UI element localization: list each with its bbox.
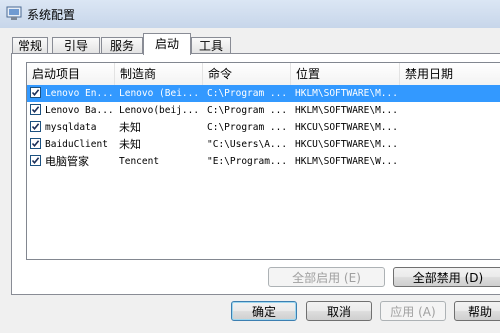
tab-tools[interactable]: 工具: [191, 37, 231, 54]
startup-item-name: Lenovo Ba...: [45, 105, 113, 116]
startup-item-checkbox[interactable]: [30, 121, 41, 132]
startup-item-manufacturer: Lenovo(beij...: [119, 105, 200, 116]
startup-item-disabled-date: [404, 119, 500, 136]
enable-all-button[interactable]: 全部启用 (E): [268, 267, 385, 287]
title-bar[interactable]: 系统配置: [0, 0, 500, 28]
startup-item-location: HKCU\SOFTWARE\M...: [295, 139, 398, 150]
disable-all-button[interactable]: 全部禁用 (D): [393, 267, 500, 287]
startup-item-manufacturer: 未知: [119, 138, 141, 151]
msconfig-app-icon: [6, 6, 22, 21]
startup-item-name: 电脑管家: [45, 155, 89, 168]
startup-item-command: C:\Program ...: [207, 105, 288, 116]
tab-services[interactable]: 服务: [101, 37, 143, 54]
startup-item-command: "C:\Users\A...: [207, 139, 288, 150]
startup-items-list[interactable]: 启动项目 制造商 命令 位置 禁用日期 Lenovo En... Lenovo …: [26, 62, 500, 260]
checkmark-icon: [31, 157, 40, 165]
column-header-manufacturer[interactable]: 制造商: [115, 63, 203, 85]
startup-item-name: BaiduClient: [45, 139, 108, 150]
startup-item-checkbox[interactable]: [30, 87, 41, 98]
startup-item-command: C:\Program ...: [207, 122, 288, 133]
checkmark-icon: [31, 123, 40, 131]
checkmark-icon: [31, 89, 40, 97]
tab-general[interactable]: 常规: [12, 37, 48, 54]
startup-item-command: C:\Program ...: [207, 88, 288, 99]
startup-item-location: HKCU\SOFTWARE\M...: [295, 122, 398, 133]
startup-item-disabled-date: [404, 102, 500, 119]
startup-item-manufacturer: Tencent: [119, 156, 160, 167]
startup-item-disabled-date: [404, 85, 500, 102]
ok-button[interactable]: 确定: [231, 301, 297, 321]
help-button[interactable]: 帮助: [454, 301, 500, 321]
startup-row-lenovo-en[interactable]: Lenovo En... Lenovo (Bei... C:\Program .…: [27, 85, 500, 102]
list-header: 启动项目 制造商 命令 位置 禁用日期: [27, 63, 500, 86]
startup-item-disabled-date: [404, 153, 500, 170]
startup-item-location: HKLM\SOFTWARE\M...: [295, 105, 398, 116]
startup-item-checkbox[interactable]: [30, 104, 41, 115]
checkmark-icon: [31, 140, 40, 148]
startup-row-baiduclient[interactable]: BaiduClient 未知 "C:\Users\A... HKCU\SOFTW…: [27, 136, 500, 153]
checkmark-icon: [31, 106, 40, 114]
cancel-button[interactable]: 取消: [306, 301, 372, 321]
startup-item-manufacturer: Lenovo (Bei...: [119, 88, 200, 99]
column-header-location[interactable]: 位置: [291, 63, 400, 85]
column-header-disabled-date[interactable]: 禁用日期: [400, 63, 500, 85]
startup-item-location: HKLM\SOFTWARE\W...: [295, 156, 398, 167]
startup-row-mysqldata[interactable]: mysqldata 未知 C:\Program ... HKCU\SOFTWAR…: [27, 119, 500, 136]
startup-item-name: mysqldata: [45, 122, 97, 133]
startup-item-disabled-date: [404, 136, 500, 153]
window-title: 系统配置: [27, 8, 76, 22]
startup-item-command: "E:\Program...: [207, 156, 288, 167]
column-header-startup-item[interactable]: 启动项目: [27, 63, 115, 85]
startup-row-pc-manager[interactable]: 电脑管家 Tencent "E:\Program... HKLM\SOFTWAR…: [27, 153, 500, 170]
startup-item-checkbox[interactable]: [30, 138, 41, 149]
startup-item-manufacturer: 未知: [119, 121, 141, 134]
startup-item-name: Lenovo En...: [45, 88, 113, 99]
tab-boot[interactable]: 引导: [52, 37, 100, 54]
apply-button[interactable]: 应用 (A): [380, 301, 446, 321]
startup-item-checkbox[interactable]: [30, 155, 41, 166]
tab-startup[interactable]: 启动: [143, 33, 191, 55]
startup-item-location: HKLM\SOFTWARE\M...: [295, 88, 398, 99]
startup-row-lenovo-ba[interactable]: Lenovo Ba... Lenovo(beij... C:\Program .…: [27, 102, 500, 119]
system-configuration-window: 系统配置 常规 引导 服务 启动 工具 启动项目 制造商 命令 位置 禁用日期 …: [0, 0, 500, 333]
column-header-command[interactable]: 命令: [203, 63, 291, 85]
